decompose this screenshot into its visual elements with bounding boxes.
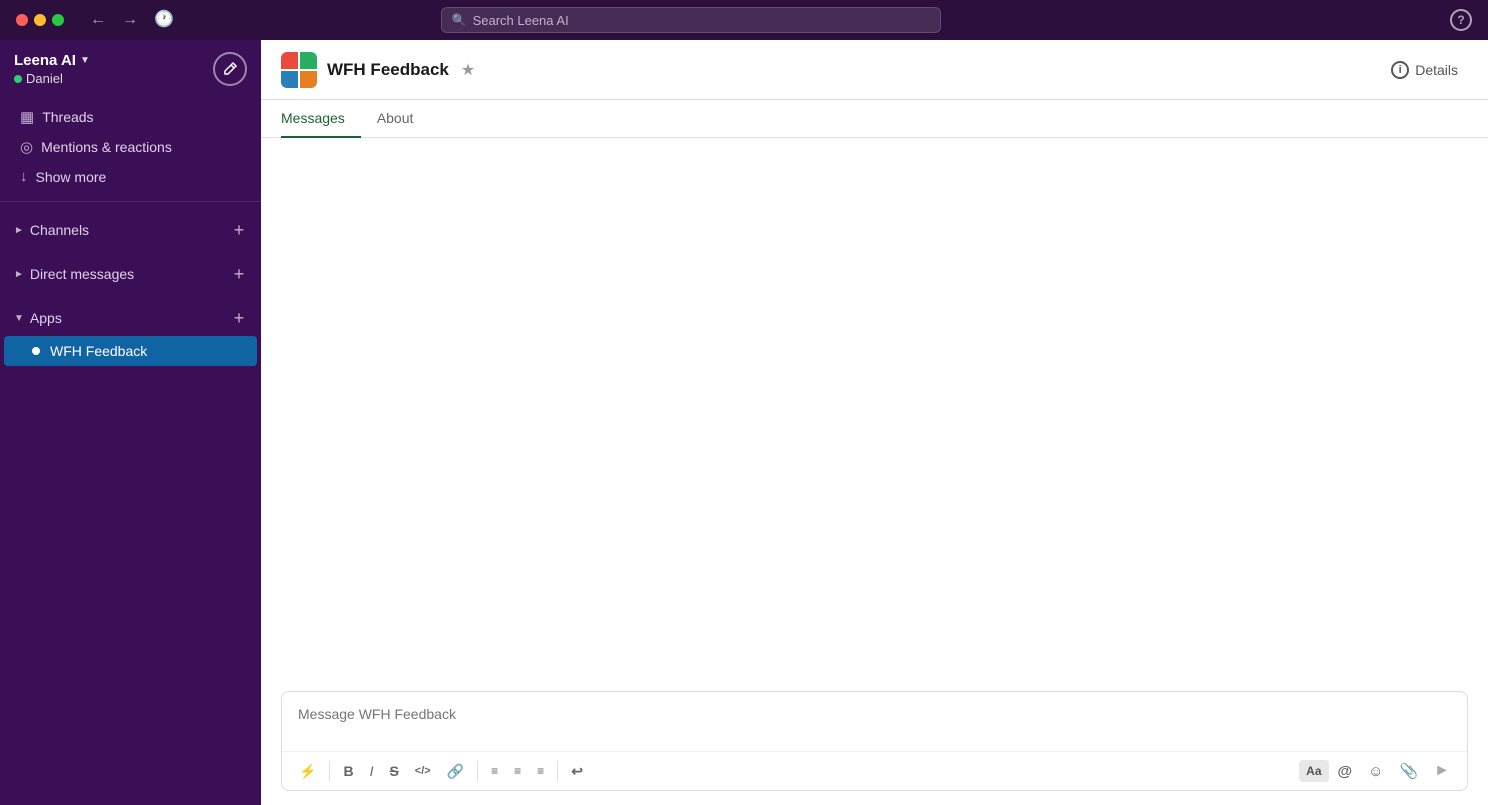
toolbar-divider-3 [557,761,558,781]
titlebar: ← → 🕐 🔍 Search Leena AI ? [0,0,1488,40]
channel-name: WFH Feedback [327,60,449,80]
main-content: WFH Feedback ★ i Details Messages About … [261,40,1488,805]
dm-label: Direct messages [30,266,134,282]
channel-header-left: WFH Feedback ★ [281,52,477,88]
add-dm-button[interactable]: + [227,262,251,286]
tab-messages[interactable]: Messages [281,100,361,138]
mention-button[interactable]: @ [1331,759,1360,784]
help-button[interactable]: ? [1450,9,1472,31]
sidebar-item-wfh-feedback[interactable]: WFH Feedback [4,336,257,366]
ordered-list-button[interactable]: ≡ [484,760,505,782]
channels-collapse-icon: ► [14,225,24,236]
sidebar-item-show-more[interactable]: ↓ Show more [4,162,257,191]
minimize-button[interactable] [34,14,46,26]
sidebar-header[interactable]: Leena AI ▼ Daniel [0,40,261,98]
message-input-container: ⚡ B I S </> 🔗 ≡ ≡ ≡ ↩ Aa @ ☺ 📎 ► [281,691,1468,791]
app-icon-cell-green [300,52,317,69]
app-icon-cell-red [281,52,298,69]
apps-section-header[interactable]: ▼ Apps + [0,300,261,336]
apps-expand-icon: ▼ [14,313,24,324]
sidebar-item-label: Threads [42,109,93,125]
messages-area[interactable] [261,138,1488,681]
attach-button[interactable]: 📎 [1392,759,1425,784]
link-button[interactable]: 🔗 [440,759,471,783]
details-label: Details [1415,62,1458,78]
threads-icon: ▦ [20,108,34,126]
mentions-icon: ◎ [20,138,33,156]
forward-button[interactable]: → [116,8,144,32]
sidebar-item-label: Show more [36,169,107,185]
info-icon: i [1391,61,1409,79]
workspace-chevron-icon: ▼ [80,55,90,66]
app-icon-grid [281,52,317,88]
sidebar-item-label: Mentions & reactions [41,139,172,155]
add-channel-button[interactable]: + [227,218,251,242]
message-input[interactable] [282,692,1467,746]
online-status-icon [14,75,22,83]
sidebar-item-mentions[interactable]: ◎ Mentions & reactions [4,132,257,162]
chevron-down-icon: ↓ [20,168,28,185]
app-active-dot [32,347,40,355]
compose-button[interactable] [213,52,247,86]
channels-section: ► Channels + [0,208,261,252]
sidebar-nav: ▦ Threads ◎ Mentions & reactions ↓ Show … [0,98,261,195]
details-button[interactable]: i Details [1381,55,1468,85]
history-button[interactable]: ↩ [564,759,590,783]
nav-buttons: ← → 🕐 [84,8,180,32]
code-button[interactable]: </> [408,761,438,782]
dm-section-header[interactable]: ► Direct messages + [0,256,261,292]
titlebar-right: ? [1450,9,1472,31]
star-button[interactable]: ★ [459,58,477,82]
sidebar-divider [0,201,261,202]
tabs-bar: Messages About [261,100,1488,138]
sidebar-item-threads[interactable]: ▦ Threads [4,102,257,132]
apps-section: ▼ Apps + WFH Feedback [0,296,261,370]
compose-icon [222,61,238,77]
channel-header-right: i Details [1381,55,1468,85]
apps-label: Apps [30,310,62,326]
app-icon-cell-orange [300,71,317,88]
app-item-label: WFH Feedback [50,343,147,359]
channels-label: Channels [30,222,89,238]
unordered-list-button[interactable]: ≡ [507,760,528,782]
workspace-name: Leena AI ▼ [14,52,90,69]
strikethrough-button[interactable]: S [382,759,405,783]
dm-collapse-icon: ► [14,269,24,280]
close-button[interactable] [16,14,28,26]
toolbar-divider-1 [329,761,330,781]
add-app-button[interactable]: + [227,306,251,330]
emoji-button[interactable]: ☺ [1361,759,1390,784]
italic-button[interactable]: I [363,759,381,783]
maximize-button[interactable] [52,14,64,26]
format-button[interactable]: Aa [1299,760,1328,782]
channels-section-header[interactable]: ► Channels + [0,212,261,248]
traffic-lights [16,14,64,26]
history-button[interactable]: 🕐 [148,8,180,32]
app-icon-cell-blue [281,71,298,88]
channel-header: WFH Feedback ★ i Details [261,40,1488,100]
apps-header-left: ▼ Apps [14,310,62,326]
channels-header-left: ► Channels [14,222,89,238]
send-button[interactable]: ► [1427,758,1457,784]
bold-button[interactable]: B [336,759,360,783]
search-bar[interactable]: 🔍 Search Leena AI [441,7,941,33]
direct-messages-section: ► Direct messages + [0,252,261,296]
main-layout: Leena AI ▼ Daniel ▦ Threads [0,40,1488,805]
back-button[interactable]: ← [84,8,112,32]
workspace-info: Leena AI ▼ Daniel [14,52,90,86]
blockquote-button[interactable]: ≡ [530,760,551,782]
user-status: Daniel [14,71,90,86]
tab-about[interactable]: About [361,100,430,138]
search-placeholder: Search Leena AI [473,13,569,28]
toolbar-divider-2 [477,761,478,781]
shortcuts-button[interactable]: ⚡ [292,759,323,783]
search-icon: 🔍 [452,13,467,27]
toolbar-right: Aa @ ☺ 📎 ► [1299,758,1457,784]
sidebar: Leena AI ▼ Daniel ▦ Threads [0,40,261,805]
message-toolbar: ⚡ B I S </> 🔗 ≡ ≡ ≡ ↩ Aa @ ☺ 📎 ► [282,751,1467,790]
dm-header-left: ► Direct messages [14,266,134,282]
